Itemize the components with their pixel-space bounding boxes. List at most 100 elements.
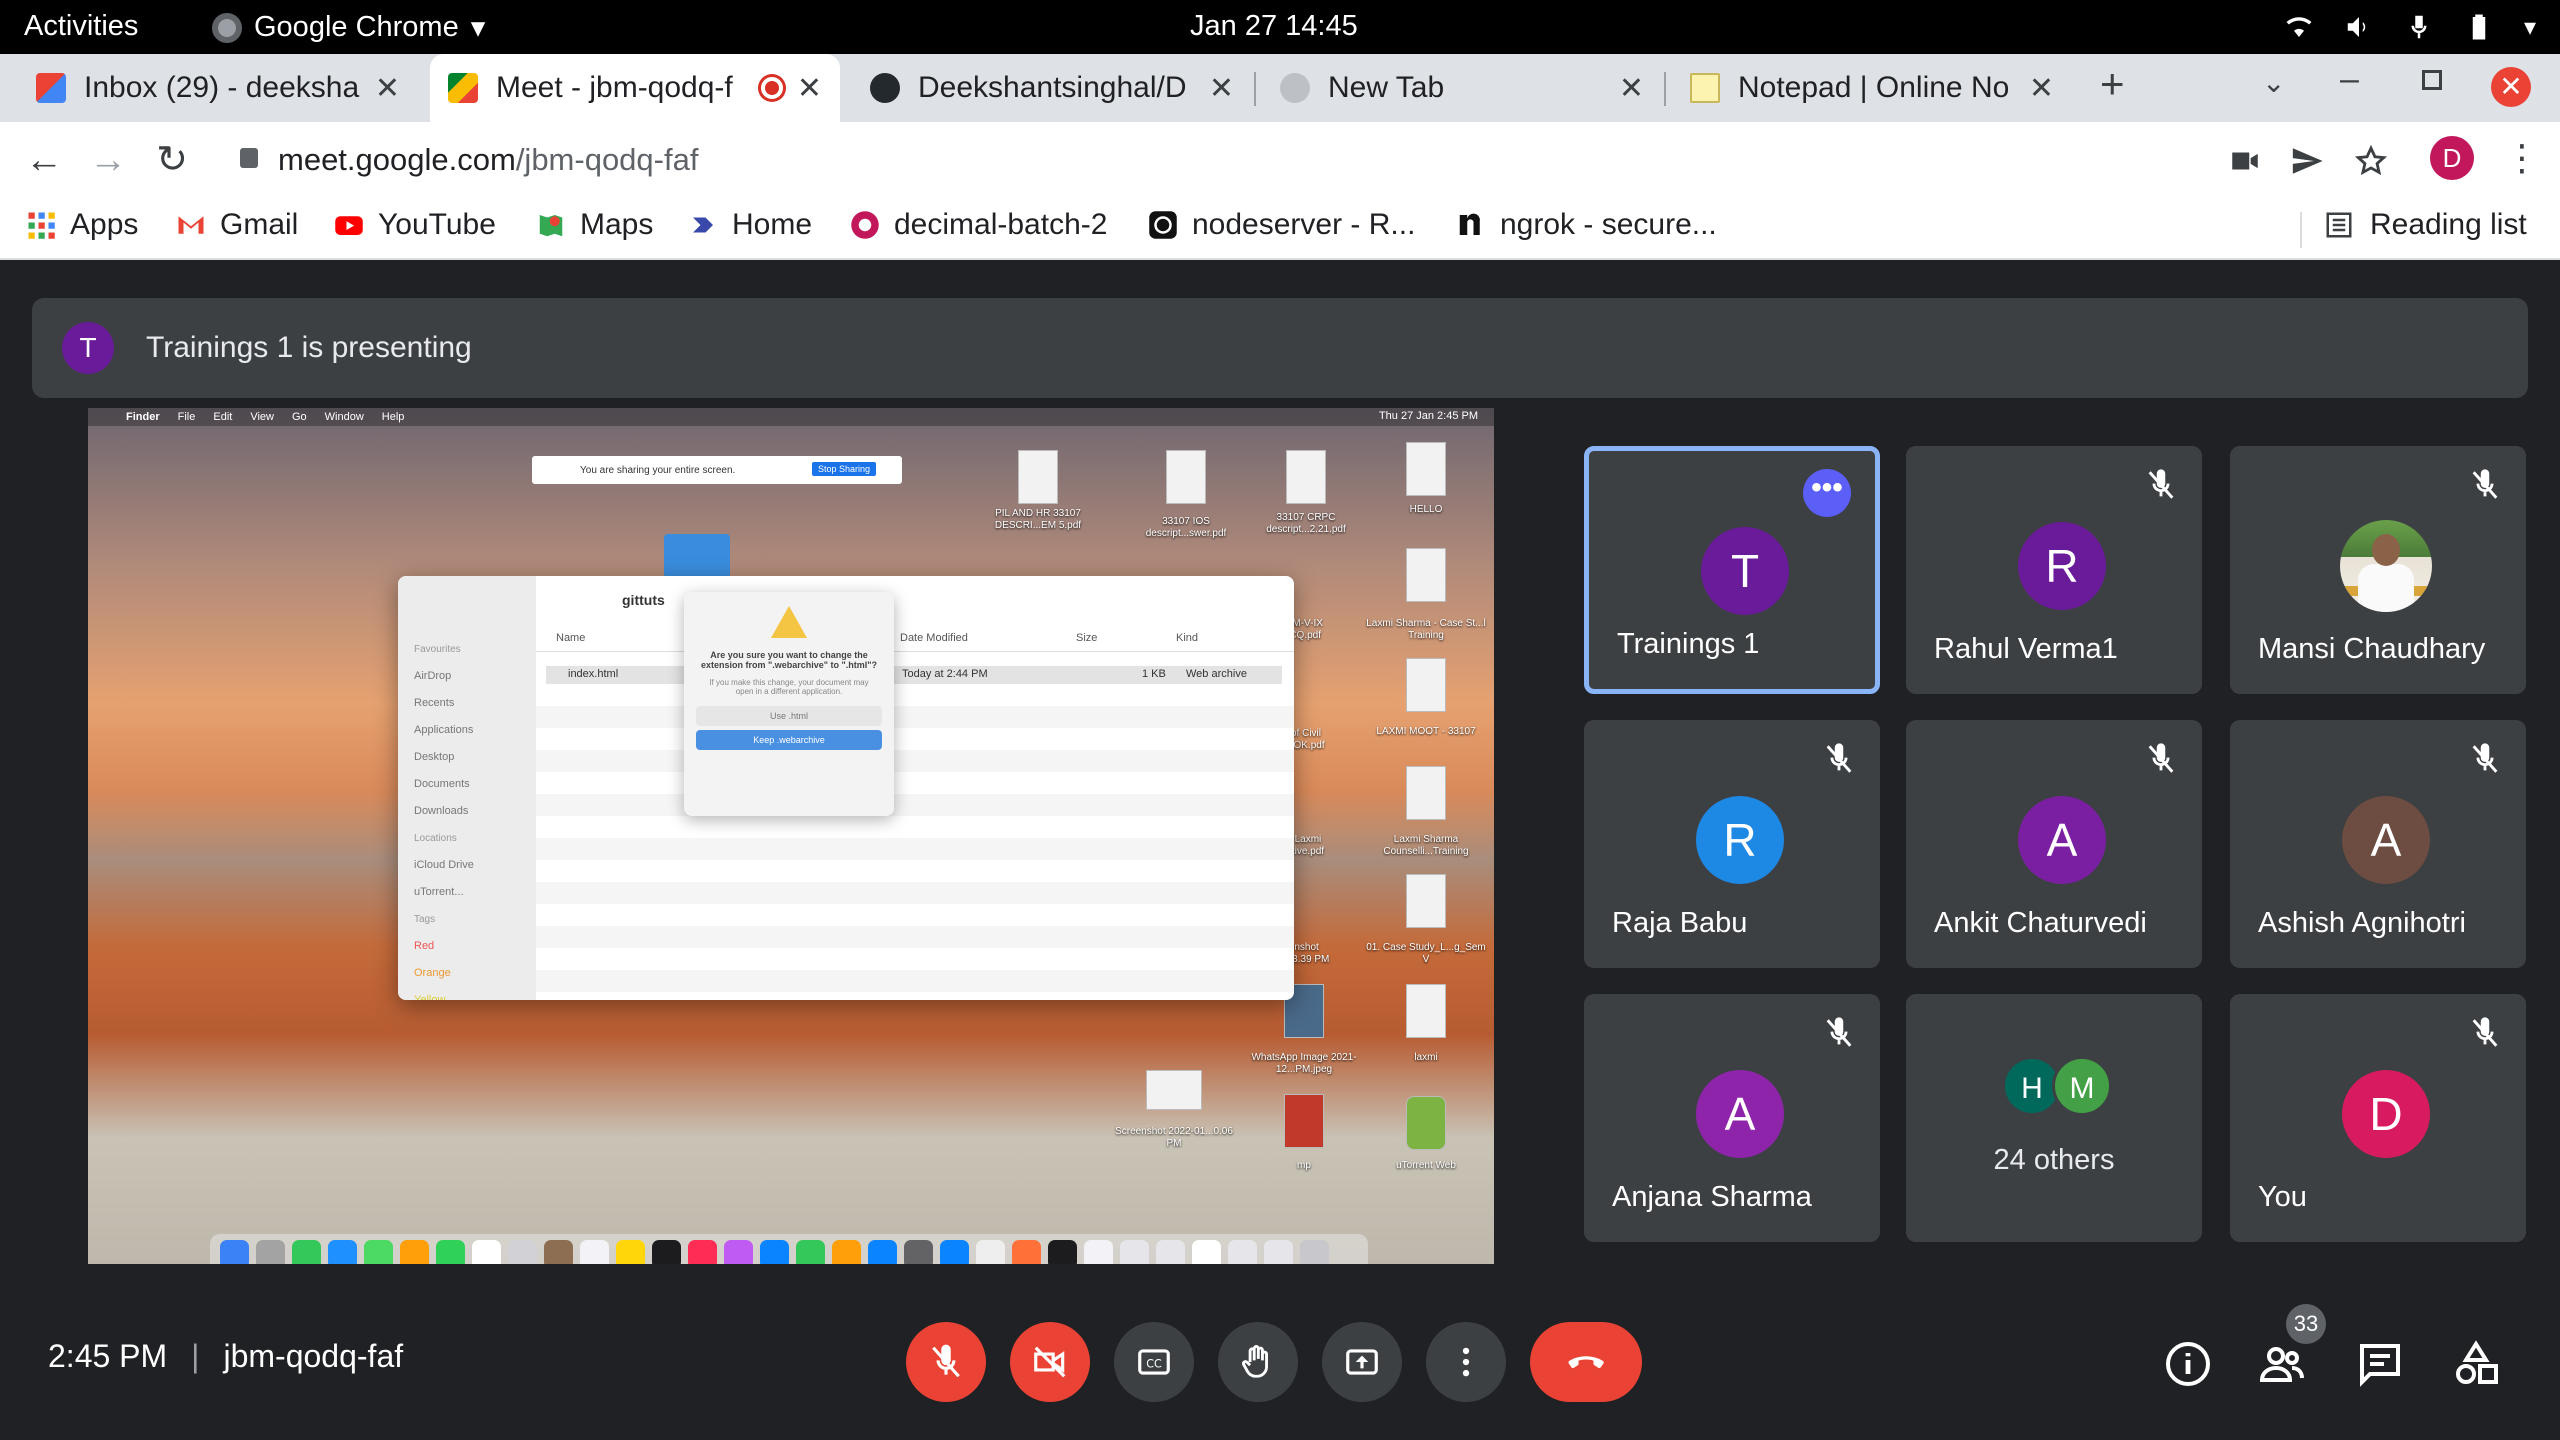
close-window-button[interactable]: ✕: [2491, 67, 2531, 107]
participant-tile[interactable]: Mansi Chaudhary: [2230, 446, 2526, 694]
people-icon[interactable]: [2258, 1340, 2306, 1388]
system-clock[interactable]: Jan 27 14:45: [1190, 10, 1358, 43]
others-tile[interactable]: H M 24 others: [1906, 994, 2202, 1242]
row-stripe: [536, 750, 1294, 772]
activities-shapes-icon[interactable]: [2452, 1340, 2500, 1388]
finder-columns: Name Date Modified Size Kind: [536, 632, 1294, 652]
desktop-file-icon: [1406, 766, 1446, 820]
system-tray[interactable]: ▾: [2284, 12, 2536, 42]
tab-new-tab[interactable]: New Tab ✕: [1262, 54, 1662, 122]
camera-in-use-icon[interactable]: [2228, 144, 2262, 178]
sidebar-item: Recents: [414, 697, 455, 709]
bookmark-decimal-batch[interactable]: decimal-batch-2: [850, 208, 1107, 242]
close-icon[interactable]: ✕: [797, 71, 822, 106]
new-tab-button[interactable]: +: [2100, 60, 2125, 108]
menu-file: File: [177, 411, 196, 423]
close-icon[interactable]: ✕: [1209, 71, 1234, 106]
participant-tile[interactable]: A Ashish Agnihotri: [2230, 720, 2526, 968]
desktop-file-label: 33107 CRPC descript...2.21.pdf: [1266, 512, 1346, 535]
profile-avatar[interactable]: D: [2430, 136, 2474, 180]
home-icon: [693, 217, 713, 233]
send-to-devices-icon[interactable]: [2290, 144, 2324, 178]
desktop-file-label: uTorrent Web: [1396, 1160, 1456, 1171]
participant-tile[interactable]: A Anjana Sharma: [1584, 994, 1880, 1242]
info-separator: |: [191, 1338, 200, 1374]
mic-off-icon: [1826, 743, 1852, 773]
meeting-details-icon[interactable]: [2164, 1340, 2212, 1388]
tab-title: Meet - jbm-qodq-f: [496, 71, 733, 104]
hang-up-icon: [1568, 1356, 1604, 1369]
self-tile[interactable]: D You: [2230, 994, 2526, 1242]
bookmark-label: nodeserver - R...: [1192, 208, 1416, 241]
mic-off-icon: [1826, 1017, 1852, 1047]
closed-captions-icon: CC: [1138, 1349, 1170, 1375]
sidebar-item: Red: [414, 940, 435, 952]
bookmark-maps[interactable]: Maps: [536, 208, 653, 242]
participant-tile[interactable]: R Raja Babu: [1584, 720, 1880, 968]
reading-list-button[interactable]: Reading list: [2300, 208, 2527, 248]
volume-icon: [2347, 17, 2366, 37]
more-options-button[interactable]: [1426, 1322, 1506, 1402]
raise-hand-button[interactable]: [1218, 1322, 1298, 1402]
close-icon[interactable]: ✕: [375, 71, 400, 106]
chat-icon[interactable]: [2356, 1340, 2404, 1388]
recording-indicator-icon: [760, 77, 783, 99]
apps-grid-icon: [28, 212, 55, 239]
captions-button[interactable]: CC: [1114, 1322, 1194, 1402]
reload-button[interactable]: ↻: [148, 136, 196, 184]
chevron-down-icon: ▾: [470, 12, 486, 44]
chrome-menu-icon[interactable]: ⋮: [2504, 138, 2540, 178]
participant-name: Ankit Chaturvedi: [1934, 907, 2147, 939]
bookmark-nodeserver[interactable]: nodeserver - R...: [1148, 208, 1415, 242]
tab-github[interactable]: Deekshantsinghal/D ✕: [852, 54, 1252, 122]
youtube-icon: [335, 216, 363, 235]
close-icon[interactable]: ✕: [2029, 71, 2054, 106]
bookmark-ngrok[interactable]: ngrok - secure...: [1456, 208, 1717, 242]
participant-tile[interactable]: R Rahul Verma1: [1906, 446, 2202, 694]
participant-tile[interactable]: T ••• Trainings 1: [1584, 446, 1880, 694]
column-date: Date Modified: [900, 632, 968, 644]
row-stripe: [536, 926, 1294, 948]
back-button[interactable]: ←: [20, 136, 68, 184]
camera-toggle-button[interactable]: [1010, 1322, 1090, 1402]
bookmark-home[interactable]: Home: [688, 208, 812, 242]
shared-screen[interactable]: Finder File Edit View Go Window Help Thu…: [88, 408, 1494, 1278]
file-size: 1 KB: [1142, 668, 1166, 680]
tab-meet[interactable]: Meet - jbm-qodq-f ✕: [430, 54, 840, 122]
share-notice-text: You are sharing your entire screen.: [580, 464, 736, 476]
minimize-window-button[interactable]: –: [2340, 60, 2359, 99]
participant-name: Trainings 1: [1617, 628, 1760, 660]
desktop-file-icon: [1406, 658, 1446, 712]
forward-button[interactable]: →: [84, 136, 132, 184]
close-icon[interactable]: ✕: [1619, 71, 1644, 106]
participant-tile[interactable]: A Ankit Chaturvedi: [1906, 720, 2202, 968]
bookmark-apps[interactable]: Apps: [26, 208, 138, 242]
wifi-icon: [2286, 17, 2312, 37]
app-menu[interactable]: Google Chrome ▾: [212, 10, 485, 45]
sidebar-item: Yellow: [414, 994, 446, 1000]
bookmark-star-icon[interactable]: [2354, 144, 2388, 178]
folder-icon: [664, 534, 730, 578]
mic-toggle-button[interactable]: [906, 1322, 986, 1402]
warning-icon: [771, 606, 807, 638]
sidebar-item: Desktop: [414, 751, 455, 763]
present-now-button[interactable]: [1322, 1322, 1402, 1402]
tab-gmail[interactable]: Inbox (29) - deekshan ✕: [18, 54, 418, 122]
activities-button[interactable]: Activities: [24, 10, 138, 43]
leave-call-button[interactable]: [1530, 1322, 1642, 1402]
column-name: Name: [556, 632, 586, 644]
bookmark-youtube[interactable]: YouTube: [334, 208, 496, 242]
desktop-file-icon: [1406, 548, 1446, 602]
bookmark-gmail[interactable]: Gmail: [176, 208, 298, 242]
menu-edit: Edit: [213, 411, 233, 423]
maximize-window-button[interactable]: [2422, 70, 2442, 90]
address-bar[interactable]: meet.google.com/jbm-qodq-faf: [214, 130, 2224, 190]
tab-search-chevron-icon[interactable]: ⌄: [2262, 66, 2285, 99]
meeting-controls-bar: 2:45 PM | jbm-qodq-faf CC 33: [0, 1264, 2560, 1440]
tab-strip: Inbox (29) - deekshan ✕ Meet - jbm-qodq-…: [0, 54, 2560, 122]
menu-finder: Finder: [126, 411, 160, 423]
tab-title: Deekshantsinghal/D: [918, 71, 1187, 104]
more-options-icon[interactable]: •••: [1803, 469, 1851, 517]
desktop-file-icon: [1284, 1094, 1324, 1148]
tab-notepad[interactable]: Notepad | Online No ✕: [1672, 54, 2072, 122]
